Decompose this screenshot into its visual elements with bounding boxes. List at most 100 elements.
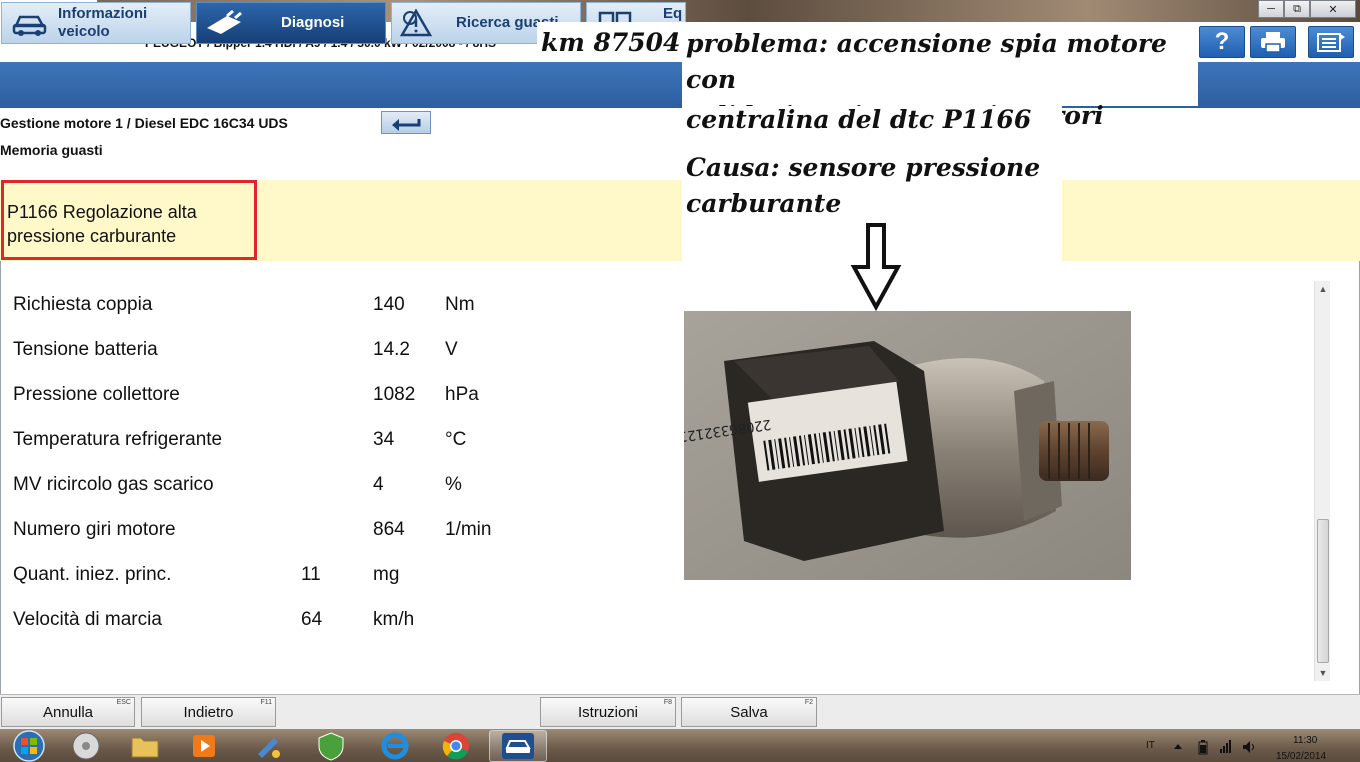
minimize-button[interactable]: ─ [1258,0,1284,18]
instructions-label: Istruzioni [577,703,639,721]
instructions-button[interactable]: Istruzioni F8 [540,697,676,727]
restore-button[interactable]: ⧉ [1284,0,1310,18]
warning-search-icon [392,8,448,38]
nav-vehicle-info[interactable]: Informazioni veicolo [1,2,191,44]
nav-equipment-label-1: Eq [663,5,683,22]
taskbar-paint-app[interactable] [240,730,298,762]
clock-time[interactable]: 11:30 [1293,735,1317,746]
instructions-shortcut: F8 [663,699,672,706]
chrome-icon [442,733,469,760]
param-unit: km/h [373,609,415,630]
param-value: 11 [301,564,321,585]
folder-icon [131,737,159,758]
volume-icon[interactable] [1242,740,1258,754]
menu-list-icon [1317,33,1345,52]
media-player-icon [193,735,215,757]
param-label: Richiesta coppia [13,294,153,315]
param-unit: °C [445,429,467,450]
param-value: 864 [373,519,405,540]
nav-vehicle-info-label-2: veicolo [58,23,110,40]
param-label: MV ricircolo gas scarico [13,474,214,495]
paint-icon [258,738,280,758]
close-button[interactable]: ✕ [1310,0,1356,18]
return-arrow-icon [392,118,421,131]
return-button[interactable] [381,111,431,134]
annotation-problem-line-1: problema: accensione spia motore con [686,29,1167,94]
help-icon: ? [1214,28,1230,55]
annotation-cause-line-1: Causa: sensore pressione [686,153,1041,182]
param-unit: Nm [445,294,475,315]
param-unit: 1/min [445,519,492,540]
taskbar-media-app[interactable] [57,730,115,762]
param-unit: hPa [445,384,479,405]
taskbar-shield-app[interactable] [302,730,360,762]
scroll-up-icon[interactable]: ▲ [1315,281,1331,297]
param-value: 14.2 [373,339,410,360]
start-button[interactable] [0,730,58,762]
annotation-km: km 87504 [537,22,682,62]
sensor-photo: 2208G3321210 [684,311,1131,580]
taskbar-chrome[interactable] [427,730,485,762]
param-value: 64 [301,609,323,630]
disc-icon [72,732,100,760]
page-title: Memoria guasti [0,142,103,158]
taskbar-explorer[interactable] [116,730,174,762]
down-arrow-icon [850,223,902,311]
param-label: Pressione collettore [13,384,180,405]
cancel-shortcut: ESC [116,699,131,706]
scroll-down-icon[interactable]: ▼ [1315,665,1331,681]
fault-code-line-1: P1166 Regolazione alta [7,202,197,222]
annotation-problem: problema: accensione spia motore con val… [682,22,1198,130]
save-label: Salva [730,703,768,721]
taskbar-media-player[interactable] [175,730,233,762]
print-button[interactable] [1250,26,1296,58]
shield-icon [318,732,344,761]
back-button[interactable]: Indietro F11 [141,697,276,727]
tray-expand-icon[interactable] [1172,741,1184,753]
param-label: Velocità di marcia [13,609,162,630]
breadcrumb-ecu: Gestione motore 1 / Diesel EDC 16C34 UDS [0,115,288,131]
language-indicator[interactable]: IT [1146,740,1155,751]
param-value: 1082 [373,384,416,405]
battery-icon[interactable] [1197,739,1209,755]
cancel-label: Annulla [42,703,94,721]
param-label: Quant. iniez. princ. [13,564,172,585]
param-label: Tensione batteria [13,339,158,360]
internet-explorer-icon [381,732,409,760]
param-unit: V [445,339,458,360]
windows-start-icon [13,730,45,762]
annotation-problem-cont: centralina del dtc P1166 [682,106,1062,146]
network-signal-icon[interactable] [1219,740,1231,754]
printer-icon [1261,32,1285,53]
param-unit: mg [373,564,400,585]
back-label: Indietro [183,703,234,721]
back-shortcut: F11 [260,699,272,706]
nav-diagnosis-label: Diagnosi [281,14,345,31]
nav-diagnosis[interactable]: Diagnosi [196,2,386,44]
window-controls: ─ ⧉ ✕ [1258,0,1356,18]
cancel-button[interactable]: Annulla ESC [1,697,135,727]
save-button[interactable]: Salva F2 [681,697,817,727]
annotation-problem-line-3: centralina del dtc P1166 [686,105,1032,134]
nav-vehicle-info-label-1: Informazioni [58,5,148,22]
menu-button[interactable] [1308,26,1354,58]
param-label: Numero giri motore [13,519,176,540]
vertical-scrollbar[interactable]: ▲ ▼ [1314,281,1330,681]
taskbar-internet-explorer[interactable] [366,730,424,762]
car-diagnostic-icon [502,733,534,759]
param-value: 34 [373,429,395,450]
fault-code-box[interactable]: P1166 Regolazione alta pressione carbura… [1,180,257,260]
annotation-cause-line-2: carburante [686,189,842,218]
param-value: 140 [373,294,405,315]
scrollbar-thumb[interactable] [1317,519,1329,663]
taskbar-diagnostic-app[interactable] [489,730,547,762]
help-button[interactable]: ? [1199,26,1245,58]
param-value: 4 [373,474,384,495]
param-unit: % [445,474,462,495]
clock-date[interactable]: 15/02/2014 [1276,751,1326,762]
save-shortcut: F2 [804,699,813,706]
diagnostic-plug-icon [197,8,253,38]
fault-code-line-2: pressione carburante [7,226,177,246]
car-icon [2,8,58,38]
param-label: Temperatura refrigerante [13,429,223,450]
